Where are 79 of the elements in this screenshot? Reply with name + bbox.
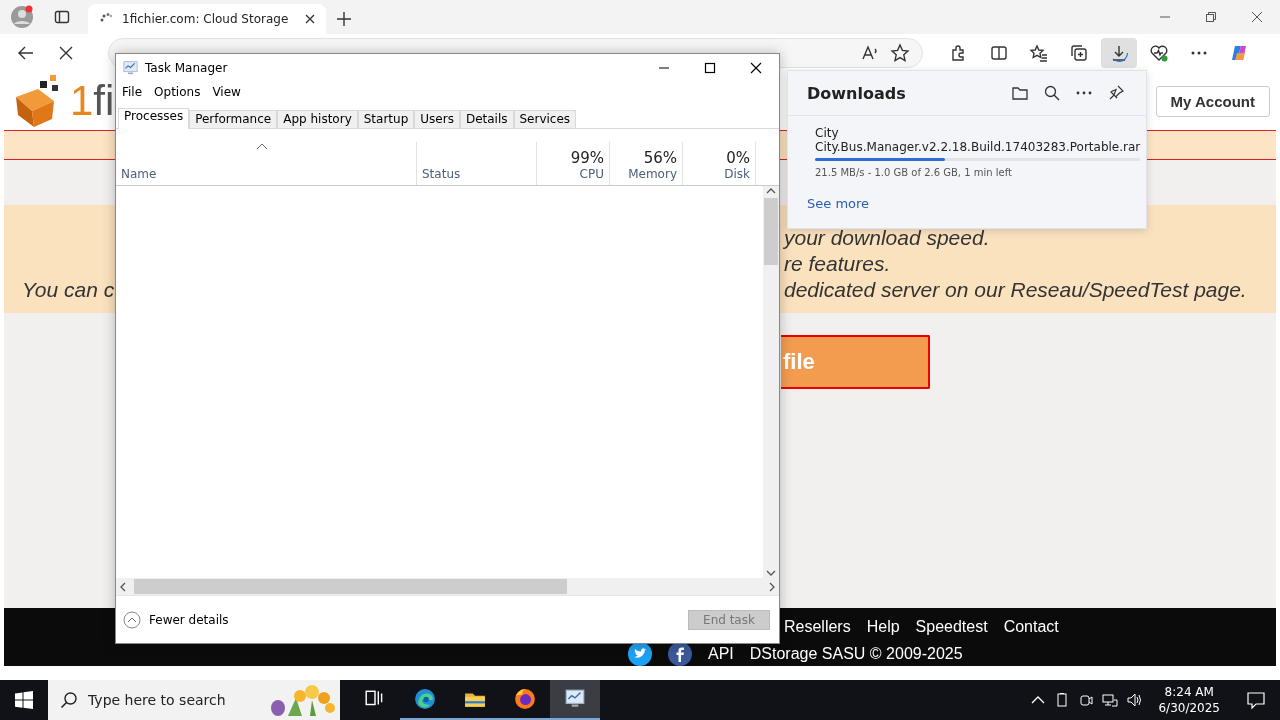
column-header[interactable]: Memory (628, 167, 677, 181)
favorites-icon[interactable] (1029, 43, 1049, 63)
close-icon[interactable] (304, 13, 316, 25)
new-tab-icon[interactable] (336, 11, 352, 27)
taskbar-button[interactable] (550, 680, 600, 720)
tab[interactable]: Performance (189, 110, 278, 128)
download-status: 21.5 MB/s - 1.0 GB of 2.6 GB, 1 min left (815, 167, 1013, 178)
footer-link[interactable]: API (708, 645, 734, 663)
horizontal-scrollbar[interactable] (116, 578, 779, 595)
scroll-left-icon[interactable] (118, 581, 128, 592)
tab[interactable]: App history (277, 110, 358, 128)
volume-icon[interactable] (1126, 692, 1143, 708)
tab[interactable]: Users (414, 110, 460, 128)
restore-icon[interactable] (1205, 11, 1217, 23)
maximize-icon[interactable] (704, 61, 716, 74)
fewer-details-button[interactable]: Fewer details (123, 610, 229, 629)
tab-actions-icon[interactable] (54, 9, 70, 25)
notification-icon[interactable] (1246, 690, 1266, 710)
panel-title: Downloads (807, 83, 907, 103)
meet-now-icon[interactable] (1078, 692, 1095, 708)
tab[interactable]: Services (513, 110, 577, 128)
notice-text: your download speed. (784, 225, 990, 251)
column-header[interactable]: Disk (724, 167, 750, 181)
task-manager-icon (564, 688, 586, 710)
see-more-link[interactable]: See more (807, 196, 870, 211)
file-name[interactable]: City.Bus.Manager.v2.2.18.Build.17403283.Portable.rar (815, 140, 1141, 154)
profile-icon[interactable] (10, 5, 34, 29)
footer-link[interactable]: Help (866, 618, 900, 636)
tab[interactable]: Startup (357, 110, 415, 128)
collections-icon[interactable] (1069, 43, 1089, 63)
scrollbar-thumb[interactable] (134, 579, 567, 594)
footer-link[interactable]: Contact (1003, 618, 1059, 636)
scrollbar-thumb[interactable] (764, 198, 778, 265)
column-reading: 0% (726, 149, 750, 167)
column-header[interactable]: Status (422, 167, 531, 181)
download-name[interactable]: City (815, 126, 1141, 140)
close-icon[interactable] (750, 61, 762, 74)
copyright-text: DStorage SASU © 2009-2025 (749, 645, 963, 663)
column-header[interactable]: CPU (579, 167, 604, 181)
notice-text: re features. (784, 251, 891, 277)
menu-item[interactable]: File (118, 85, 147, 99)
close-icon[interactable] (1251, 11, 1263, 23)
footer-link[interactable]: Resellers (784, 618, 851, 636)
my-account-button[interactable]: My Account (1155, 85, 1270, 117)
twitter-icon[interactable] (628, 642, 652, 666)
copilot-icon[interactable] (1229, 43, 1249, 63)
browser-tab[interactable]: 1fichier.com: Cloud Storage (88, 4, 326, 34)
column-header[interactable]: Name (121, 167, 411, 181)
pin-icon[interactable] (1107, 84, 1125, 102)
collapse-icon (123, 610, 141, 629)
tab[interactable]: Processes (118, 108, 190, 129)
network-icon[interactable] (1102, 692, 1119, 708)
scroll-up-icon[interactable] (766, 186, 776, 196)
edge-browser-icon (414, 688, 436, 710)
firefox-icon (514, 688, 536, 710)
search-icon (60, 691, 78, 709)
taskbar-search-box[interactable]: Type here to search (48, 680, 340, 720)
vertical-scrollbar[interactable] (763, 186, 779, 578)
scroll-right-icon[interactable] (767, 581, 777, 592)
favorite-star-icon[interactable] (890, 43, 910, 63)
column-reading: 56% (643, 149, 677, 167)
scroll-down-icon[interactable] (766, 568, 776, 578)
notice-text: dedicated server on our Reseau/SpeedTest page. (784, 277, 1247, 303)
menu-item[interactable]: Options (150, 85, 205, 99)
split-screen-icon[interactable] (989, 43, 1009, 63)
health-icon[interactable] (1149, 43, 1169, 63)
logo-text: 1fi (70, 77, 115, 125)
menu-item[interactable]: View (208, 85, 245, 99)
footer-link[interactable]: Speedtest (915, 618, 988, 636)
task-manager-icon (122, 60, 139, 75)
windows-start-icon[interactable] (15, 691, 33, 709)
tab[interactable]: Details (459, 110, 514, 128)
search-icon[interactable] (1043, 84, 1061, 102)
clock[interactable]: 8:24 AM 6/30/2025 (1146, 684, 1232, 716)
folder-icon[interactable] (1011, 84, 1029, 102)
notice-text: You can c (21, 277, 116, 303)
column-reading: 99% (570, 149, 604, 167)
window-title: Task Manager (145, 60, 229, 75)
facebook-icon[interactable] (668, 642, 692, 666)
